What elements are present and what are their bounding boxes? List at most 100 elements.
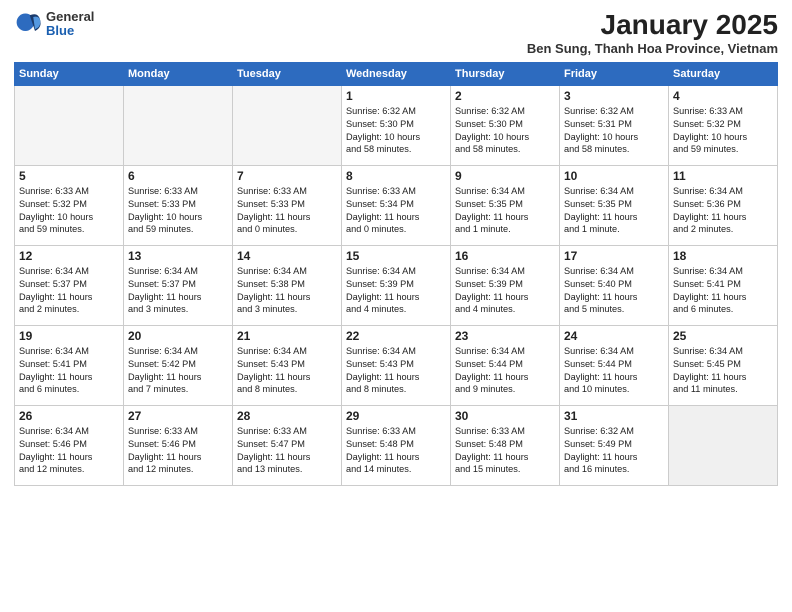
calendar-cell: 9 Sunrise: 6:34 AM Sunset: 5:35 PM Daylig… <box>451 165 560 245</box>
cell-info: Sunrise: 6:32 AM Sunset: 5:49 PM Dayligh… <box>564 425 664 477</box>
day-number: 19 <box>19 329 119 343</box>
cell-info: Sunrise: 6:32 AM Sunset: 5:30 PM Dayligh… <box>455 105 555 157</box>
calendar-cell: 10 Sunrise: 6:34 AM Sunset: 5:35 PM Dayli… <box>560 165 669 245</box>
week-row-2: 5Sunrise: 6:33 AM Sunset: 5:32 PM Daylig… <box>15 165 778 245</box>
cell-info: Sunrise: 6:33 AM Sunset: 5:47 PM Dayligh… <box>237 425 337 477</box>
cell-info: Sunrise: 6:33 AM Sunset: 5:48 PM Dayligh… <box>455 425 555 477</box>
day-number: 2 <box>455 89 555 103</box>
calendar-table: Sunday Monday Tuesday Wednesday Thursday… <box>14 62 778 486</box>
calendar-cell <box>15 85 124 165</box>
cell-info: Sunrise: 6:34 AM Sunset: 5:35 PM Dayligh… <box>455 185 555 237</box>
calendar-cell: 20 Sunrise: 6:34 AM Sunset: 5:42 PM Dayli… <box>124 325 233 405</box>
calendar-cell <box>669 405 778 485</box>
week-row-4: 19 Sunrise: 6:34 AM Sunset: 5:41 PM Dayli… <box>15 325 778 405</box>
header-thursday: Thursday <box>451 62 560 85</box>
calendar-cell: 26Sunrise: 6:34 AM Sunset: 5:46 PM Dayli… <box>15 405 124 485</box>
calendar-cell: 27Sunrise: 6:33 AM Sunset: 5:46 PM Dayli… <box>124 405 233 485</box>
calendar-cell: 11 Sunrise: 6:34 AM Sunset: 5:36 PM Dayli… <box>669 165 778 245</box>
calendar-cell: 2 Sunrise: 6:32 AM Sunset: 5:30 PM Daylig… <box>451 85 560 165</box>
calendar-cell: 28 Sunrise: 6:33 AM Sunset: 5:47 PM Dayli… <box>233 405 342 485</box>
header: General Blue January 2025 Ben Sung, Than… <box>14 10 778 56</box>
calendar-cell: 22 Sunrise: 6:34 AM Sunset: 5:43 PM Dayli… <box>342 325 451 405</box>
day-number: 1 <box>346 89 446 103</box>
cell-info: Sunrise: 6:34 AM Sunset: 5:37 PM Dayligh… <box>128 265 228 317</box>
calendar-cell: 17Sunrise: 6:34 AM Sunset: 5:40 PM Dayli… <box>560 245 669 325</box>
calendar-cell: 5Sunrise: 6:33 AM Sunset: 5:32 PM Daylig… <box>15 165 124 245</box>
day-number: 21 <box>237 329 337 343</box>
cell-info: Sunrise: 6:34 AM Sunset: 5:39 PM Dayligh… <box>346 265 446 317</box>
calendar-cell: 31 Sunrise: 6:32 AM Sunset: 5:49 PM Dayli… <box>560 405 669 485</box>
calendar-cell: 7 Sunrise: 6:33 AM Sunset: 5:33 PM Daylig… <box>233 165 342 245</box>
cell-info: Sunrise: 6:33 AM Sunset: 5:33 PM Dayligh… <box>237 185 337 237</box>
header-monday: Monday <box>124 62 233 85</box>
calendar-cell <box>233 85 342 165</box>
calendar-cell: 21Sunrise: 6:34 AM Sunset: 5:43 PM Dayli… <box>233 325 342 405</box>
day-number: 13 <box>128 249 228 263</box>
calendar-cell: 23Sunrise: 6:34 AM Sunset: 5:44 PM Dayli… <box>451 325 560 405</box>
calendar-cell: 25 Sunrise: 6:34 AM Sunset: 5:45 PM Dayli… <box>669 325 778 405</box>
header-friday: Friday <box>560 62 669 85</box>
cell-info: Sunrise: 6:34 AM Sunset: 5:36 PM Dayligh… <box>673 185 773 237</box>
calendar-cell: 14Sunrise: 6:34 AM Sunset: 5:38 PM Dayli… <box>233 245 342 325</box>
day-number: 24 <box>564 329 664 343</box>
day-number: 12 <box>19 249 119 263</box>
header-wednesday: Wednesday <box>342 62 451 85</box>
logo-general-text: General <box>46 10 94 24</box>
header-saturday: Saturday <box>669 62 778 85</box>
location-text: Ben Sung, Thanh Hoa Province, Vietnam <box>527 41 778 56</box>
day-number: 28 <box>237 409 337 423</box>
day-number: 15 <box>346 249 446 263</box>
calendar-cell: 3Sunrise: 6:32 AM Sunset: 5:31 PM Daylig… <box>560 85 669 165</box>
cell-info: Sunrise: 6:34 AM Sunset: 5:37 PM Dayligh… <box>19 265 119 317</box>
calendar-cell: 4 Sunrise: 6:33 AM Sunset: 5:32 PM Daylig… <box>669 85 778 165</box>
day-number: 20 <box>128 329 228 343</box>
week-row-3: 12 Sunrise: 6:34 AM Sunset: 5:37 PM Dayli… <box>15 245 778 325</box>
day-number: 9 <box>455 169 555 183</box>
header-tuesday: Tuesday <box>233 62 342 85</box>
calendar-cell: 15 Sunrise: 6:34 AM Sunset: 5:39 PM Dayli… <box>342 245 451 325</box>
cell-info: Sunrise: 6:34 AM Sunset: 5:35 PM Dayligh… <box>564 185 664 237</box>
day-number: 7 <box>237 169 337 183</box>
cell-info: Sunrise: 6:34 AM Sunset: 5:44 PM Dayligh… <box>564 345 664 397</box>
cell-info: Sunrise: 6:34 AM Sunset: 5:38 PM Dayligh… <box>237 265 337 317</box>
cell-info: Sunrise: 6:33 AM Sunset: 5:48 PM Dayligh… <box>346 425 446 477</box>
day-number: 6 <box>128 169 228 183</box>
calendar-cell: 18 Sunrise: 6:34 AM Sunset: 5:41 PM Dayli… <box>669 245 778 325</box>
title-area: January 2025 Ben Sung, Thanh Hoa Provinc… <box>527 10 778 56</box>
calendar-cell <box>124 85 233 165</box>
logo-text: General Blue <box>46 10 94 39</box>
calendar-cell: 30Sunrise: 6:33 AM Sunset: 5:48 PM Dayli… <box>451 405 560 485</box>
cell-info: Sunrise: 6:34 AM Sunset: 5:43 PM Dayligh… <box>346 345 446 397</box>
day-number: 4 <box>673 89 773 103</box>
logo-icon <box>14 10 42 38</box>
header-sunday: Sunday <box>15 62 124 85</box>
day-number: 22 <box>346 329 446 343</box>
day-number: 3 <box>564 89 664 103</box>
cell-info: Sunrise: 6:33 AM Sunset: 5:32 PM Dayligh… <box>673 105 773 157</box>
logo-blue-text: Blue <box>46 24 94 38</box>
week-row-1: 1 Sunrise: 6:32 AM Sunset: 5:30 PM Daylig… <box>15 85 778 165</box>
page-container: General Blue January 2025 Ben Sung, Than… <box>0 0 792 494</box>
cell-info: Sunrise: 6:33 AM Sunset: 5:32 PM Dayligh… <box>19 185 119 237</box>
cell-info: Sunrise: 6:34 AM Sunset: 5:41 PM Dayligh… <box>19 345 119 397</box>
cell-info: Sunrise: 6:32 AM Sunset: 5:30 PM Dayligh… <box>346 105 446 157</box>
calendar-cell: 6 Sunrise: 6:33 AM Sunset: 5:33 PM Daylig… <box>124 165 233 245</box>
calendar-cell: 12 Sunrise: 6:34 AM Sunset: 5:37 PM Dayli… <box>15 245 124 325</box>
calendar-cell: 29Sunrise: 6:33 AM Sunset: 5:48 PM Dayli… <box>342 405 451 485</box>
cell-info: Sunrise: 6:34 AM Sunset: 5:42 PM Dayligh… <box>128 345 228 397</box>
day-number: 31 <box>564 409 664 423</box>
calendar-cell: 24 Sunrise: 6:34 AM Sunset: 5:44 PM Dayli… <box>560 325 669 405</box>
calendar-cell: 13 Sunrise: 6:34 AM Sunset: 5:37 PM Dayli… <box>124 245 233 325</box>
day-number: 16 <box>455 249 555 263</box>
calendar-cell: 19 Sunrise: 6:34 AM Sunset: 5:41 PM Dayli… <box>15 325 124 405</box>
day-number: 10 <box>564 169 664 183</box>
cell-info: Sunrise: 6:33 AM Sunset: 5:34 PM Dayligh… <box>346 185 446 237</box>
cell-info: Sunrise: 6:33 AM Sunset: 5:33 PM Dayligh… <box>128 185 228 237</box>
cell-info: Sunrise: 6:34 AM Sunset: 5:44 PM Dayligh… <box>455 345 555 397</box>
cell-info: Sunrise: 6:34 AM Sunset: 5:45 PM Dayligh… <box>673 345 773 397</box>
day-number: 25 <box>673 329 773 343</box>
day-number: 11 <box>673 169 773 183</box>
day-number: 18 <box>673 249 773 263</box>
calendar-cell: 1 Sunrise: 6:32 AM Sunset: 5:30 PM Daylig… <box>342 85 451 165</box>
cell-info: Sunrise: 6:34 AM Sunset: 5:41 PM Dayligh… <box>673 265 773 317</box>
